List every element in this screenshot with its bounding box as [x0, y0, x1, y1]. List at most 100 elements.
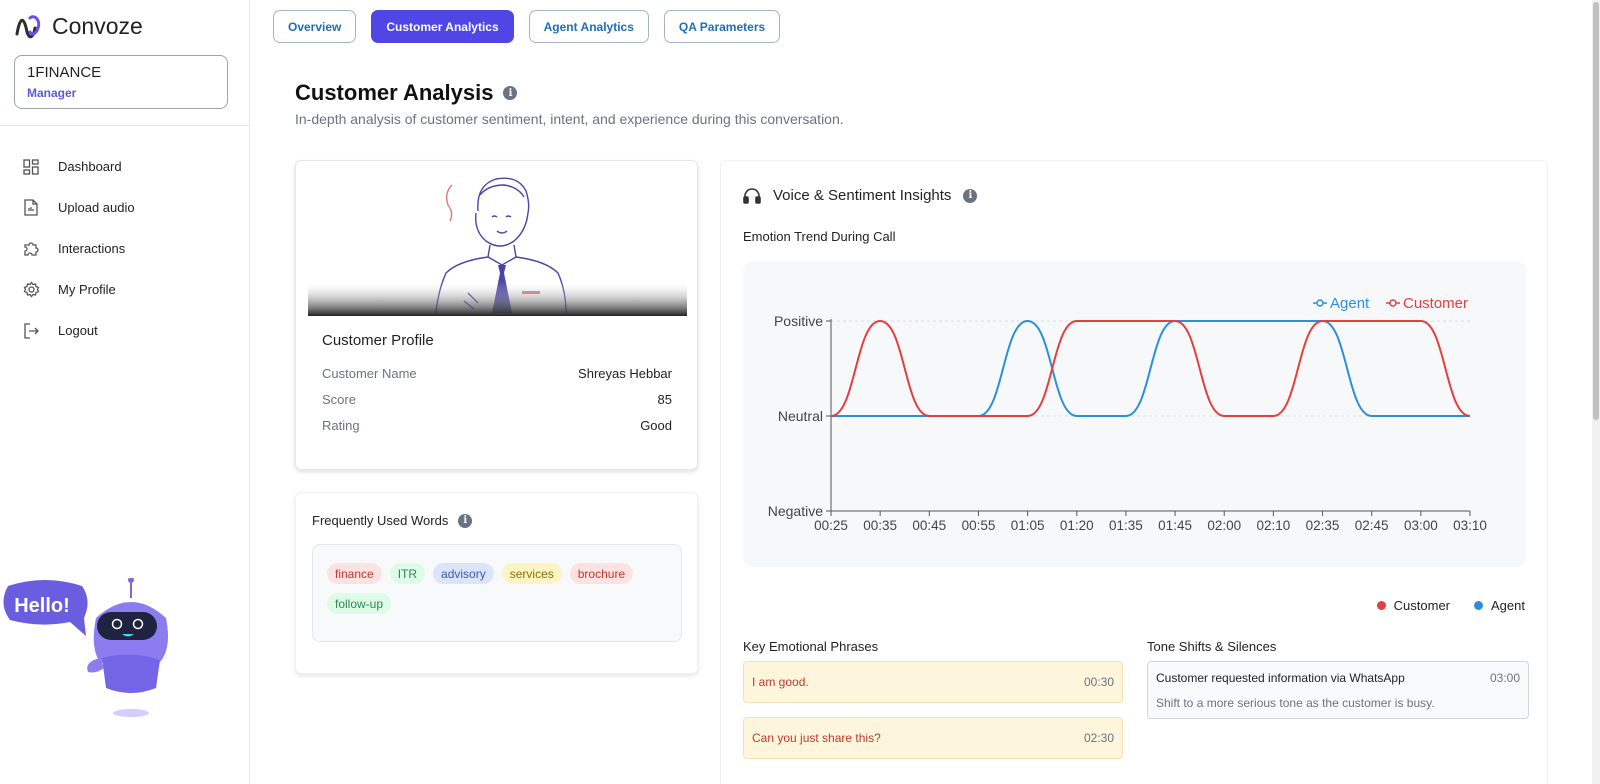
shift-head: Customer requested information via Whats… — [1156, 671, 1520, 685]
info-icon[interactable]: i — [503, 86, 518, 100]
emotion-trend-label: Emotion Trend During Call — [743, 229, 896, 244]
sidebar-nav: Dashboard Upload audio Interactions My P… — [22, 146, 135, 351]
emotion-trend-chart: Negative Neutral Positive 00:25 00:35 00:45 00… — [743, 261, 1526, 567]
sidebar-item-my-profile[interactable]: My Profile — [22, 269, 135, 310]
profile-row-score: Score 85 — [322, 386, 672, 412]
shift-text: Customer requested information via Whats… — [1156, 671, 1405, 685]
sidebar-divider — [0, 125, 250, 126]
profile-value: Shreyas Hebbar — [578, 365, 672, 381]
word-chip[interactable]: finance — [327, 563, 382, 584]
sidebar-item-upload-audio[interactable]: Upload audio — [22, 187, 135, 228]
sidebar-item-label: Interactions — [58, 241, 126, 256]
page-title-row: Customer Analysis i — [295, 80, 518, 106]
customer-illustration — [308, 173, 687, 316]
word-chips: finance ITR advisory services brochure follow… — [312, 544, 682, 642]
x-tick-label: 01:20 — [1060, 518, 1094, 533]
shift-item[interactable]: Customer requested information via Whats… — [1147, 661, 1529, 719]
sidebar-item-interactions[interactable]: Interactions — [22, 228, 135, 269]
x-tick-label: 00:45 — [912, 518, 946, 533]
profile-label: Customer Name — [322, 365, 417, 381]
profile-value: Good — [640, 417, 672, 433]
tab-qa-parameters[interactable]: QA Parameters — [663, 10, 781, 43]
phrase-item[interactable]: Can you just share this? 02:30 — [743, 717, 1123, 759]
word-chip[interactable]: services — [501, 563, 562, 584]
gear-icon — [22, 281, 40, 299]
word-chip[interactable]: brochure — [569, 563, 634, 584]
profile-details: Customer Name Shreyas Hebbar Score 85 Ra… — [322, 360, 672, 438]
scrollbar-thumb[interactable] — [1593, 2, 1599, 420]
words-title: Frequently Used Words — [312, 513, 449, 528]
upload-file-icon — [22, 199, 40, 217]
x-tick-label: 01:35 — [1109, 518, 1143, 533]
org-name: 1FINANCE — [27, 64, 102, 81]
phrase-text: I am good. — [752, 675, 809, 689]
word-chip[interactable]: ITR — [389, 563, 426, 584]
sidebar-item-dashboard[interactable]: Dashboard — [22, 146, 135, 187]
x-tick-label: 00:35 — [863, 518, 897, 533]
app-name: Convoze — [52, 12, 143, 39]
sidebar-item-label: Dashboard — [58, 159, 122, 174]
voice-title: Voice & Sentiment Insights — [773, 187, 952, 204]
chart-bottom-legend: Customer Agent — [1376, 598, 1525, 613]
profile-row-customer-name: Customer Name Shreyas Hebbar — [322, 360, 672, 386]
logout-icon — [22, 322, 40, 340]
x-tick-label: 01:45 — [1158, 518, 1192, 533]
y-tick-label: Negative — [768, 503, 823, 519]
phrases-title: Key Emotional Phrases — [743, 639, 879, 654]
org-role: Manager — [27, 86, 77, 100]
org-selector[interactable]: 1FINANCE Manager — [14, 55, 228, 109]
phrase-time: 02:30 — [1083, 731, 1114, 745]
profile-label: Score — [322, 391, 356, 407]
phrase-time: 00:30 — [1083, 675, 1114, 689]
tab-agent-analytics[interactable]: Agent Analytics — [528, 10, 649, 43]
tab-overview[interactable]: Overview — [273, 10, 357, 43]
x-tick-label: 02:10 — [1256, 518, 1290, 533]
tab-customer-analytics[interactable]: Customer Analytics — [371, 10, 514, 43]
word-chip[interactable]: advisory — [433, 563, 494, 584]
legend-item-agent[interactable]: Agent — [1474, 598, 1525, 613]
page-title: Customer Analysis — [295, 80, 494, 105]
x-tick-label: 03:10 — [1453, 518, 1487, 533]
sidebar-item-label: My Profile — [58, 282, 116, 297]
voice-title-row: Voice & Sentiment Insights i — [743, 187, 978, 204]
y-tick-label: Neutral — [778, 408, 823, 424]
legend-marker-dot — [1316, 299, 1324, 307]
profile-row-rating: Rating Good — [322, 412, 672, 438]
shifts-title: Tone Shifts & Silences — [1147, 639, 1277, 654]
convoze-logo-icon — [15, 15, 41, 39]
sidebar: Convoze 1FINANCE Manager Dashboard Uploa… — [0, 0, 250, 784]
legend-label-customer[interactable]: Customer — [1403, 295, 1468, 312]
page-scrollbar[interactable] — [1592, 0, 1600, 784]
x-tick-label: 00:25 — [814, 518, 848, 533]
sidebar-item-label: Upload audio — [58, 200, 135, 215]
voice-sentiment-card: Voice & Sentiment Insights i Emotion Tre… — [720, 160, 1548, 784]
dashboard-icon — [22, 158, 40, 176]
chat-bot-mascot[interactable]: Hello! — [0, 577, 180, 738]
sidebar-item-logout[interactable]: Logout — [22, 310, 135, 351]
profile-label: Rating — [322, 417, 360, 433]
x-tick-label: 01:05 — [1011, 518, 1045, 533]
x-tick-label: 02:35 — [1306, 518, 1340, 533]
info-icon[interactable]: i — [458, 513, 473, 528]
bot-bubble-text: Hello! — [14, 595, 70, 617]
profile-value: 85 — [657, 391, 672, 407]
legend-item-customer[interactable]: Customer — [1376, 598, 1451, 613]
agent-dot-icon — [1474, 601, 1484, 610]
legend-label-agent[interactable]: Agent — [1330, 295, 1370, 312]
headphones-icon — [743, 187, 761, 204]
frequently-used-words-card: Frequently Used Words i finance ITR adviso… — [295, 492, 698, 674]
key-emotional-phrases: Key Emotional Phrases I am good. 00:30 C… — [743, 639, 1123, 773]
logo[interactable]: Convoze — [14, 10, 143, 42]
sidebar-item-label: Logout — [58, 323, 98, 338]
words-title-row: Frequently Used Words i — [312, 513, 473, 528]
word-chip[interactable]: follow-up — [327, 593, 392, 614]
phrase-text: Can you just share this? — [752, 731, 881, 745]
phrase-item[interactable]: I am good. 00:30 — [743, 661, 1123, 703]
legend-label: Agent — [1491, 598, 1525, 613]
customer-profile-card: Customer Profile Customer Name Shreyas H… — [295, 160, 698, 470]
legend-label: Customer — [1393, 598, 1451, 613]
x-tick-label: 00:55 — [962, 518, 996, 533]
puzzle-icon — [22, 240, 40, 258]
x-tick-label: 03:00 — [1404, 518, 1438, 533]
info-icon[interactable]: i — [963, 188, 978, 203]
